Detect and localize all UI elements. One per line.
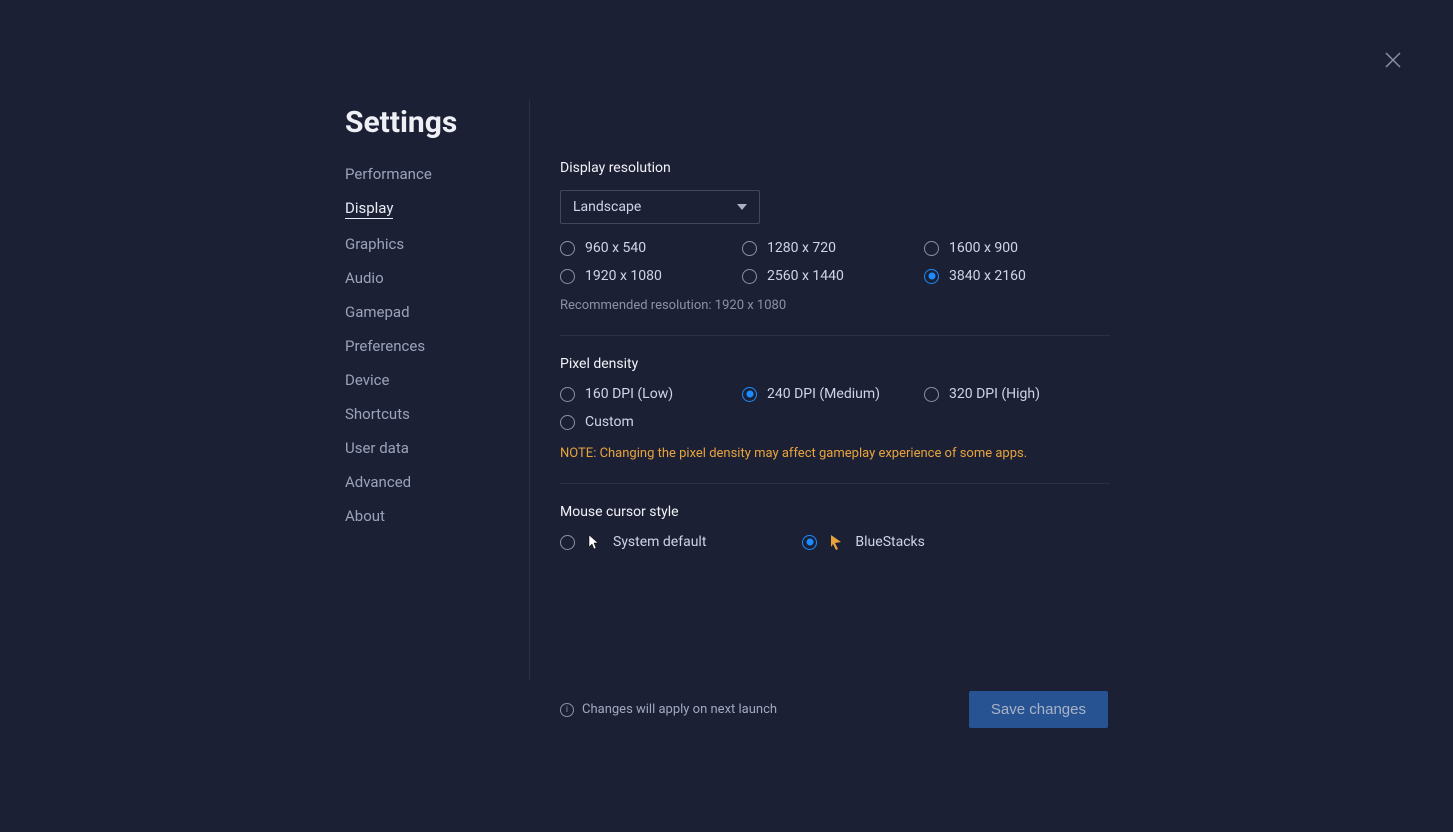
radio-icon — [802, 535, 817, 550]
resolution-option-label: 1920 x 1080 — [585, 268, 662, 284]
radio-icon — [742, 387, 757, 402]
settings-window: Settings Performance Display Graphics Audio… — [0, 0, 1453, 832]
save-changes-button[interactable]: Save changes — [969, 691, 1108, 728]
density-label: Pixel density — [560, 356, 1110, 372]
chevron-down-icon — [737, 204, 747, 210]
settings-sidebar: Performance Display Graphics Audio Gamepad Pr… — [345, 100, 530, 680]
sidebar-item-display[interactable]: Display — [345, 199, 393, 219]
footer-notice-text: Changes will apply on next launch — [582, 702, 777, 717]
density-radio-grid: 160 DPI (Low) 240 DPI (Medium) 320 DPI (Hi… — [560, 386, 1110, 430]
resolution-option-label: 3840 x 2160 — [949, 268, 1026, 284]
density-option-label: 240 DPI (Medium) — [767, 386, 880, 402]
radio-icon — [560, 241, 575, 256]
sidebar-item-device[interactable]: Device — [345, 371, 389, 389]
resolution-option-label: 2560 x 1440 — [767, 268, 844, 284]
radio-icon — [742, 269, 757, 284]
density-option-label: 320 DPI (High) — [949, 386, 1040, 402]
sidebar-item-gamepad[interactable]: Gamepad — [345, 303, 410, 321]
radio-icon — [560, 535, 575, 550]
resolution-option-label: 960 x 540 — [585, 240, 646, 256]
system-cursor-icon — [585, 534, 603, 550]
density-option[interactable]: 320 DPI (High) — [924, 386, 1106, 402]
density-option[interactable]: 160 DPI (Low) — [560, 386, 742, 402]
close-button[interactable] — [1383, 50, 1403, 70]
cursor-option[interactable]: System default — [560, 534, 706, 550]
radio-icon — [924, 269, 939, 284]
density-option-label: Custom — [585, 414, 634, 430]
resolution-option[interactable]: 1600 x 900 — [924, 240, 1106, 256]
page-title: Settings — [345, 105, 457, 140]
density-warning-note: NOTE: Changing the pixel density may aff… — [560, 446, 1110, 461]
radio-icon — [560, 269, 575, 284]
resolution-radio-grid: 960 x 540 1280 x 720 1600 x 900 1920 x 1080… — [560, 240, 1110, 284]
orientation-dropdown-value: Landscape — [573, 199, 641, 215]
density-option[interactable]: 240 DPI (Medium) — [742, 386, 924, 402]
info-icon: i — [560, 703, 574, 717]
cursor-radio-grid: System default BlueStacks — [560, 534, 1110, 550]
sidebar-item-preferences[interactable]: Preferences — [345, 337, 425, 355]
resolution-option[interactable]: 1920 x 1080 — [560, 268, 742, 284]
resolution-option-label: 1600 x 900 — [949, 240, 1018, 256]
cursor-option-label: BlueStacks — [855, 534, 924, 550]
resolution-label: Display resolution — [560, 160, 1110, 176]
orientation-dropdown[interactable]: Landscape — [560, 190, 760, 224]
bluestacks-cursor-icon — [827, 534, 845, 550]
sidebar-item-advanced[interactable]: Advanced — [345, 473, 411, 491]
density-option[interactable]: Custom — [560, 414, 742, 430]
resolution-option[interactable]: 1280 x 720 — [742, 240, 924, 256]
cursor-label: Mouse cursor style — [560, 504, 1110, 520]
sidebar-item-performance[interactable]: Performance — [345, 165, 432, 183]
sidebar-item-shortcuts[interactable]: Shortcuts — [345, 405, 410, 423]
recommended-resolution-hint: Recommended resolution: 1920 x 1080 — [560, 298, 1110, 313]
radio-icon — [560, 415, 575, 430]
resolution-option-label: 1280 x 720 — [767, 240, 836, 256]
radio-icon — [924, 241, 939, 256]
radio-icon — [924, 387, 939, 402]
density-section: Pixel density 160 DPI (Low) 240 DPI (Medi… — [560, 356, 1110, 484]
sidebar-item-user-data[interactable]: User data — [345, 439, 409, 457]
resolution-section: Display resolution Landscape 960 x 540 12… — [560, 160, 1110, 336]
close-icon — [1383, 50, 1403, 70]
radio-icon — [742, 241, 757, 256]
cursor-option[interactable]: BlueStacks — [802, 534, 924, 550]
cursor-option-label: System default — [613, 534, 706, 550]
density-option-label: 160 DPI (Low) — [585, 386, 673, 402]
sidebar-item-about[interactable]: About — [345, 507, 385, 525]
footer-notice: i Changes will apply on next launch — [560, 702, 777, 717]
sidebar-item-audio[interactable]: Audio — [345, 269, 384, 287]
resolution-option[interactable]: 960 x 540 — [560, 240, 742, 256]
resolution-option[interactable]: 2560 x 1440 — [742, 268, 924, 284]
sidebar-item-graphics[interactable]: Graphics — [345, 235, 404, 253]
cursor-section: Mouse cursor style System default BlueSta… — [560, 504, 1110, 572]
settings-footer: i Changes will apply on next launch Save… — [560, 691, 1108, 728]
radio-icon — [560, 387, 575, 402]
resolution-option[interactable]: 3840 x 2160 — [924, 268, 1106, 284]
